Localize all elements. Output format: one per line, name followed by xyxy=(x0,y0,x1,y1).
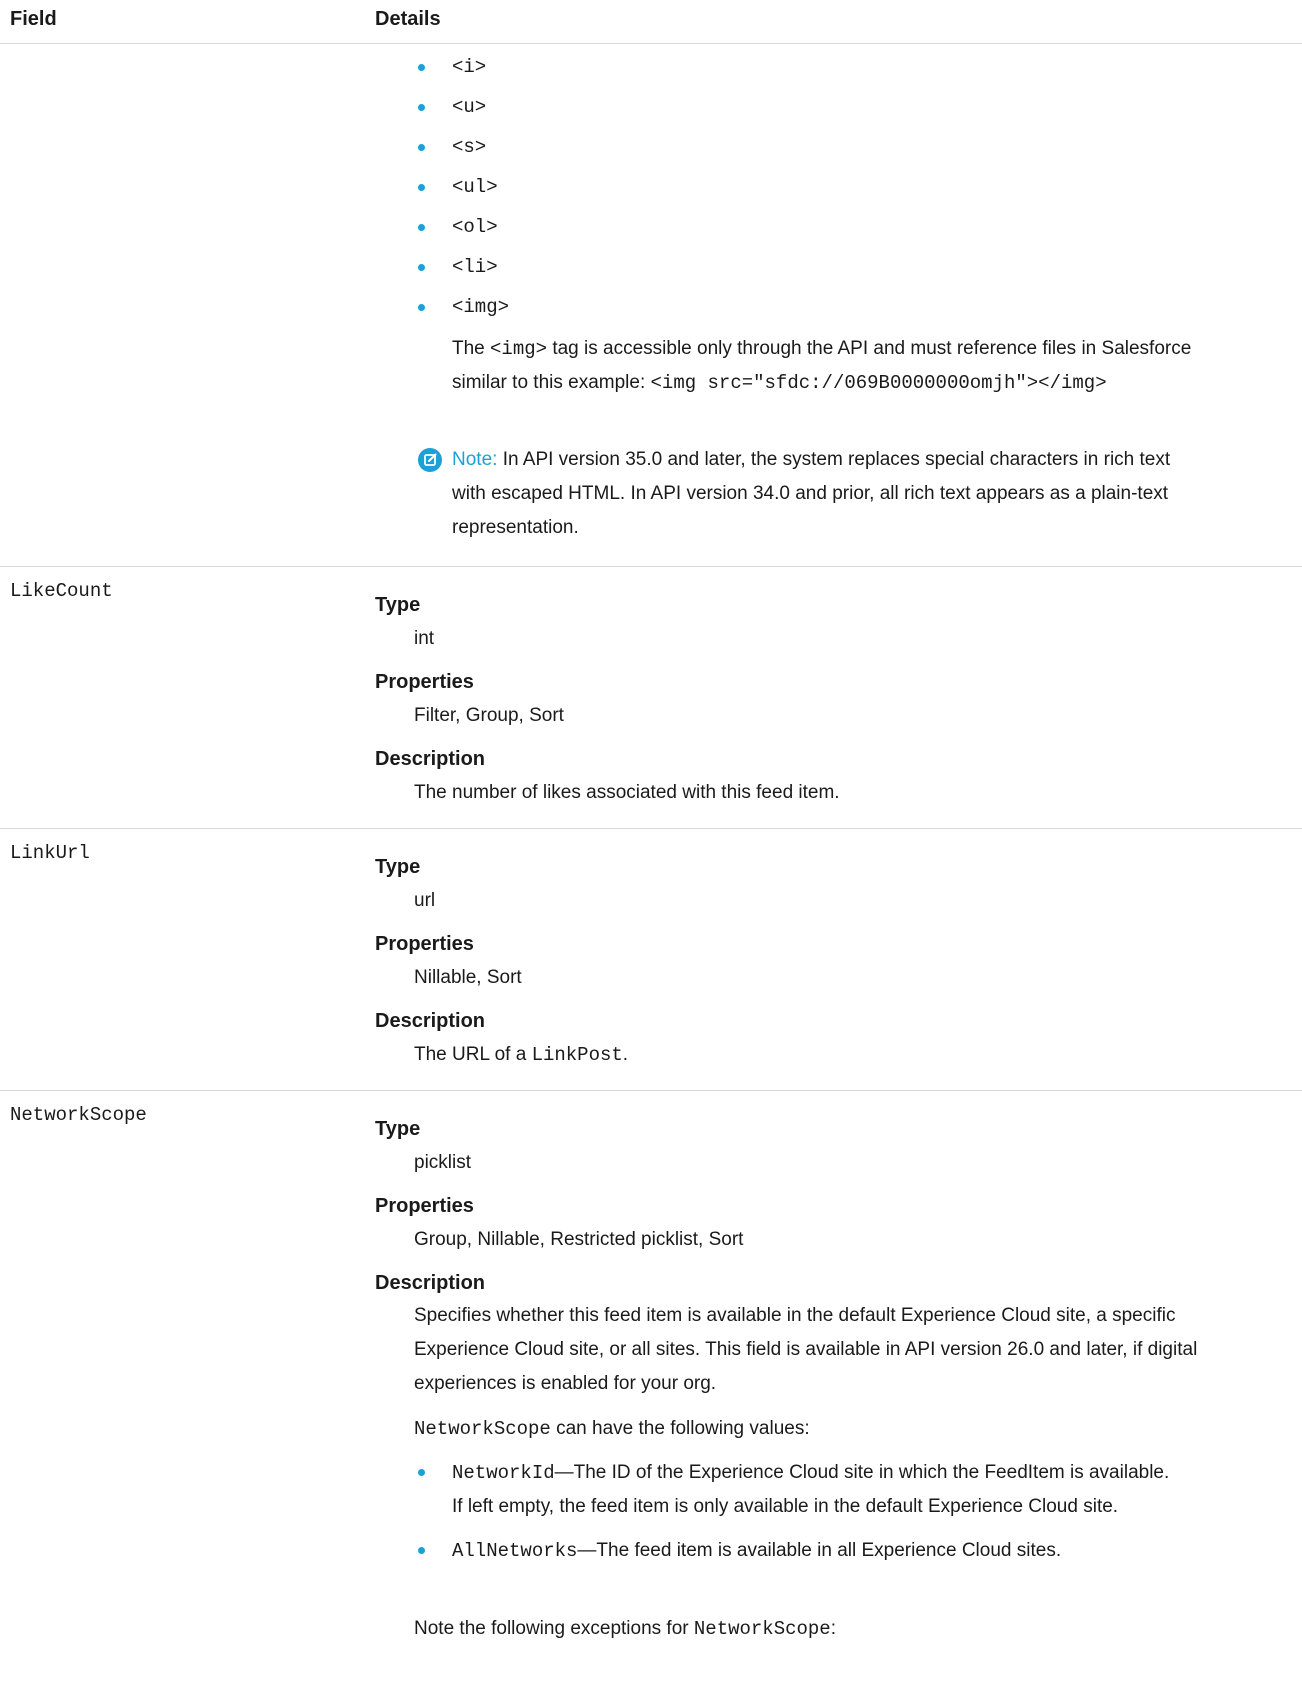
type-value: url xyxy=(414,890,436,911)
text: The xyxy=(452,338,491,359)
text: The URL of a xyxy=(414,1044,532,1065)
description-line: Specifies whether this feed item is avai… xyxy=(414,1305,1176,1326)
description-value: The number of likes associated with this… xyxy=(414,782,840,803)
description-line: Experience Cloud site, or all sites. Thi… xyxy=(414,1339,1198,1360)
img-description: The <img> tag is accessible only through… xyxy=(452,332,1191,366)
properties-value: Filter, Group, Sort xyxy=(414,705,564,726)
img-example: similar to this example: <img src="sfdc:… xyxy=(452,366,1107,400)
text: : xyxy=(830,1618,836,1639)
type-label: Type xyxy=(375,856,421,878)
description-label: Description xyxy=(375,748,486,770)
type-label: Type xyxy=(375,594,421,616)
tag-code: <ul> xyxy=(452,176,498,198)
tag-code: <i> xyxy=(452,56,487,78)
bullet-icon xyxy=(418,104,425,111)
field-name: LikeCount xyxy=(10,580,113,602)
text: tag is accessible only through the API a… xyxy=(547,338,1192,359)
field-name: LinkUrl xyxy=(10,842,90,864)
column-header-details: Details xyxy=(375,8,441,30)
bullet-icon xyxy=(418,1547,425,1554)
bullet-icon xyxy=(418,1469,425,1476)
text: can have the following values: xyxy=(550,1418,810,1439)
value-networkid: NetworkId—The ID of the Experience Cloud… xyxy=(452,1456,1169,1490)
column-header-field: Field xyxy=(10,8,57,30)
text: —The ID of the Experience Cloud site in … xyxy=(554,1462,1170,1483)
value-networkid-cont: If left empty, the feed item is only ava… xyxy=(452,1496,1119,1517)
bullet-icon xyxy=(418,64,425,71)
description-label: Description xyxy=(375,1272,486,1294)
text: . xyxy=(622,1044,629,1065)
properties-label: Properties xyxy=(375,1195,474,1217)
tag-code: <ol> xyxy=(452,216,498,238)
row-divider xyxy=(0,566,1302,567)
tag-code: <s> xyxy=(452,136,487,158)
inline-code: AllNetworks xyxy=(452,1540,578,1562)
note-line-1: Note: In API version 35.0 and later, the… xyxy=(452,443,1170,477)
inline-code: NetworkScope xyxy=(693,1618,831,1640)
bullet-icon xyxy=(418,224,425,231)
type-label: Type xyxy=(375,1118,421,1140)
text: —The feed item is available in all Exper… xyxy=(577,1540,1062,1561)
description-label: Description xyxy=(375,1010,486,1032)
table-header: Field Details xyxy=(0,0,1302,44)
bullet-icon xyxy=(418,304,425,311)
description-line: experiences is enabled for your org. xyxy=(414,1373,717,1394)
properties-value: Group, Nillable, Restricted picklist, So… xyxy=(414,1229,744,1250)
field-name: NetworkScope xyxy=(10,1104,147,1126)
type-value: int xyxy=(414,628,435,649)
inline-code: <img src="sfdc://069B0000000omjh"></img> xyxy=(650,372,1107,394)
inline-code: NetworkId xyxy=(452,1462,555,1484)
tag-code: <img> xyxy=(452,296,510,318)
bullet-icon xyxy=(418,184,425,191)
edit-note-icon xyxy=(418,448,442,472)
inline-code: NetworkScope xyxy=(414,1418,551,1440)
text: In API version 35.0 and later, the syste… xyxy=(497,449,1171,470)
tag-code: <u> xyxy=(452,96,487,118)
row-divider xyxy=(0,828,1302,829)
description-value: The URL of a LinkPost. xyxy=(414,1044,628,1066)
note-line-3: representation. xyxy=(452,517,579,538)
inline-code: LinkPost xyxy=(531,1044,623,1066)
note-line-2: with escaped HTML. In API version 34.0 a… xyxy=(452,483,1169,504)
properties-label: Properties xyxy=(375,671,474,693)
text: Note the following exceptions for xyxy=(414,1618,694,1639)
text: similar to this example: xyxy=(452,372,651,393)
tag-code: <li> xyxy=(452,256,498,278)
type-value: picklist xyxy=(414,1152,472,1173)
bullet-icon xyxy=(418,264,425,271)
note-label: Note: xyxy=(452,449,498,470)
row-divider xyxy=(0,1090,1302,1091)
values-intro: NetworkScope can have the following valu… xyxy=(414,1412,810,1446)
value-allnetworks: AllNetworks—The feed item is available i… xyxy=(452,1534,1061,1568)
bullet-icon xyxy=(418,144,425,151)
properties-label: Properties xyxy=(375,933,474,955)
exceptions-intro: Note the following exceptions for Networ… xyxy=(414,1612,836,1646)
inline-code: <img> xyxy=(490,338,548,360)
properties-value: Nillable, Sort xyxy=(414,967,522,988)
